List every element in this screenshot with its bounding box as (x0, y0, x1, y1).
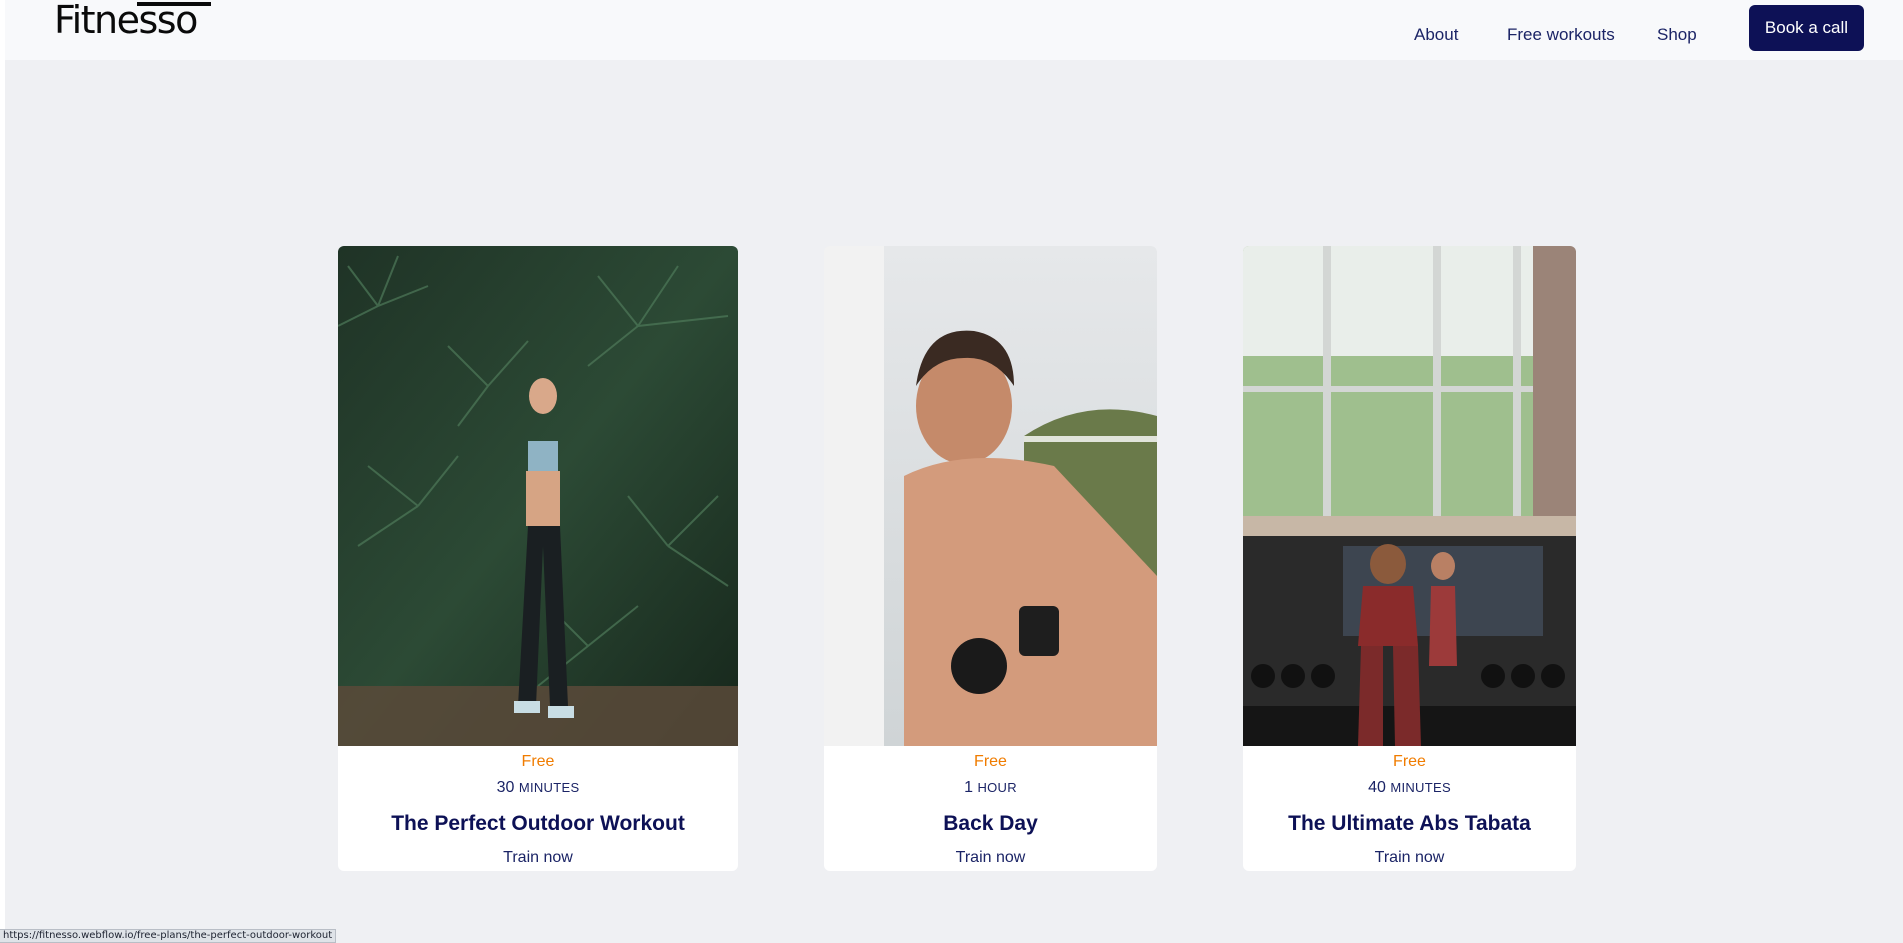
gym-mirror-window-photo (1243, 246, 1576, 746)
woman-in-tropical-foliage-photo (338, 246, 738, 746)
site-header: Fitnesso About Free workouts Shop Book a… (5, 0, 1903, 60)
left-edge-strip (0, 0, 5, 943)
train-now-link[interactable]: Train now (1243, 848, 1576, 868)
price-label: Free (521, 753, 555, 770)
nav-shop-link[interactable]: Shop (1657, 25, 1697, 45)
workout-card[interactable]: Free 30 minutes The Perfect Outdoor Work… (338, 246, 738, 871)
card-title[interactable]: The Ultimate Abs Tabata (1243, 811, 1576, 837)
train-now-link[interactable]: Train now (824, 848, 1157, 868)
price-label: Free (974, 753, 1007, 770)
nav-free-workouts-link[interactable]: Free workouts (1507, 25, 1615, 45)
duration: 1 hour (964, 779, 1017, 796)
man-lifting-kettlebell-photo (824, 246, 1157, 746)
status-bar-url: https://fitnesso.webflow.io/free-plans/t… (0, 929, 337, 943)
nav-about-link[interactable]: About (1414, 25, 1458, 45)
logo[interactable]: Fitnesso (54, 0, 198, 40)
book-a-call-button[interactable]: Book a call (1749, 5, 1864, 51)
card-title[interactable]: The Perfect Outdoor Workout (338, 811, 738, 837)
duration: 40 minutes (1368, 779, 1451, 796)
workout-card[interactable]: Free 40 minutes The Ultimate Abs Tabata … (1243, 246, 1576, 871)
workout-card[interactable]: Free 1 hour Back Day Train now (824, 246, 1157, 871)
logo-mark-bar (137, 2, 211, 6)
duration: 30 minutes (496, 779, 580, 796)
train-now-link[interactable]: Train now (338, 848, 738, 868)
card-title[interactable]: Back Day (824, 811, 1157, 837)
price-label: Free (1393, 753, 1426, 770)
